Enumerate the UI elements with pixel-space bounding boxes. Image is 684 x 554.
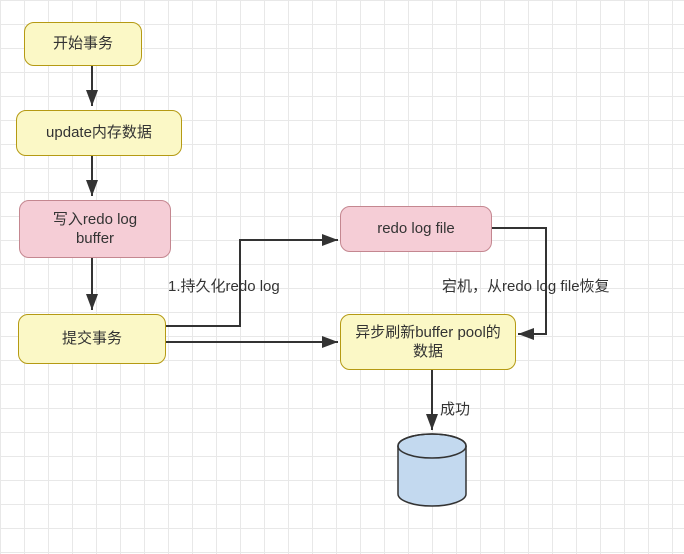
- node-redo-log-file: redo log file: [340, 206, 492, 252]
- node-label: 提交事务: [62, 329, 122, 349]
- edge-label-recover: 宕机，从redo log file恢复: [442, 275, 610, 296]
- node-async-flush: 异步刷新buffer pool的数据: [340, 314, 516, 370]
- node-write-redo-buffer: 写入redo log buffer: [19, 200, 171, 258]
- edge-label-success: 成功: [440, 398, 470, 419]
- node-update-memory: update内存数据: [16, 110, 182, 156]
- node-label: 开始事务: [53, 34, 113, 54]
- database-cylinder-icon: [396, 432, 468, 510]
- node-commit-transaction: 提交事务: [18, 314, 166, 364]
- node-label: redo log file: [377, 219, 455, 239]
- node-label: 写入redo log buffer: [53, 210, 137, 249]
- node-start-transaction: 开始事务: [24, 22, 142, 66]
- node-label: update内存数据: [46, 123, 152, 143]
- node-label: 异步刷新buffer pool的数据: [349, 323, 507, 362]
- edge-label-persist: 1.持久化redo log: [168, 275, 280, 296]
